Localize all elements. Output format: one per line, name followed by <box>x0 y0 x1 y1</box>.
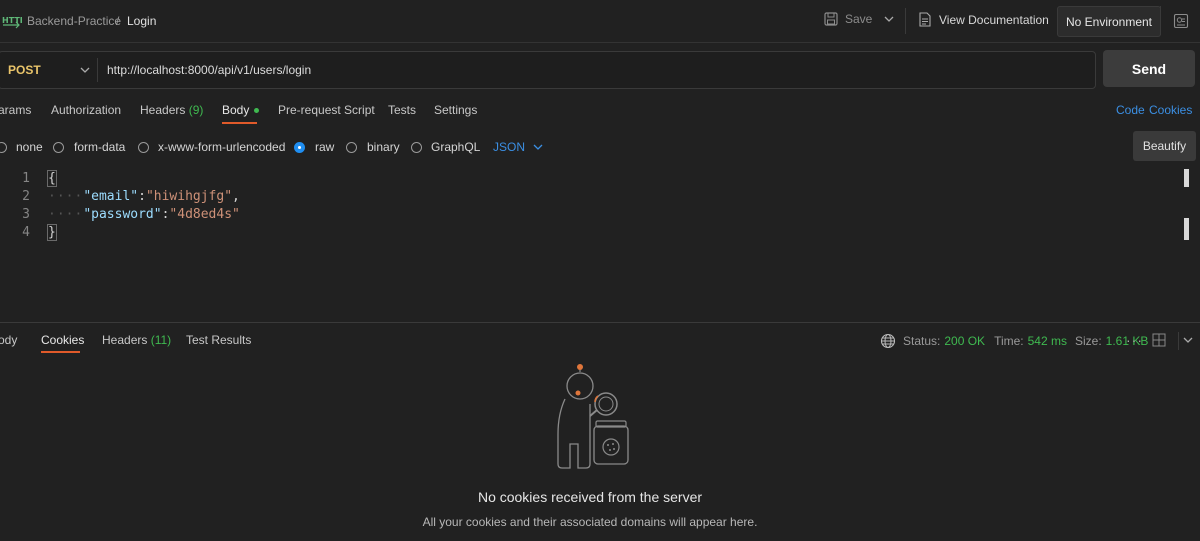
password-value: "4d8ed4s" <box>169 207 240 222</box>
method-chevron-icon[interactable] <box>79 64 91 79</box>
headers-count: (9) <box>188 103 204 117</box>
chevron-down-icon[interactable] <box>1182 334 1194 349</box>
tab-headers-label: Headers <box>140 103 186 117</box>
code-content: { ····"email":"hiwihgjfg", ····"password… <box>47 170 240 241</box>
environment-quick-look-button[interactable] <box>1160 6 1200 35</box>
radio-binary-label: binary <box>367 140 400 154</box>
radio-raw[interactable] <box>294 141 305 153</box>
active-tab-underline <box>41 351 80 353</box>
body-type-urlencoded[interactable]: x-www-form-urlencoded <box>138 140 285 154</box>
email-key: "email" <box>83 189 139 204</box>
document-icon <box>919 12 931 27</box>
status-value[interactable]: 200 OK <box>944 334 985 348</box>
body-type-none[interactable]: none <box>0 140 43 154</box>
cookies-link[interactable]: Cookies <box>1149 103 1192 117</box>
line-number: 1 <box>22 171 30 186</box>
radio-none-label: none <box>16 140 43 154</box>
view-documentation-label: View Documentation <box>939 12 1049 27</box>
radio-none[interactable] <box>0 141 7 153</box>
size-label: Size: <box>1074 334 1102 348</box>
line-number: 4 <box>22 225 30 240</box>
request-name[interactable]: Login <box>127 14 156 28</box>
response-status-bar: Status: 200 OK Time: 542 ms Size: 1.61 K… <box>880 333 1148 349</box>
password-key: "password" <box>83 207 162 222</box>
tab-pre-request-script[interactable]: Pre-request Script <box>278 103 375 117</box>
save-icon <box>824 12 838 26</box>
divider <box>905 8 906 34</box>
tab-body-label: Body <box>222 103 250 117</box>
tab-response-headers[interactable]: Headers (11) <box>102 333 171 347</box>
tab-response-body[interactable]: ody <box>0 333 17 347</box>
body-type-binary[interactable]: binary <box>346 140 400 154</box>
line-numbers: 1 2 3 4 <box>0 170 30 242</box>
more-options-icon[interactable]: ··· <box>1126 332 1143 348</box>
indent-guide: ···· <box>48 207 84 222</box>
divider <box>97 58 98 82</box>
tab-tests[interactable]: Tests <box>388 103 416 117</box>
editor-scrollbar-thumb[interactable] <box>1184 169 1189 187</box>
time-value[interactable]: 542 ms <box>1028 334 1067 348</box>
http-icon: HTTP <box>2 11 26 32</box>
breadcrumb-separator: / <box>116 14 120 28</box>
chevron-down-icon[interactable] <box>883 13 895 28</box>
tab-headers[interactable]: Headers (9) <box>140 103 203 117</box>
body-editor[interactable]: 1 2 3 4 { ····"email":"hiwihgjfg", ····"… <box>0 168 1200 322</box>
svg-text:HTTP: HTTP <box>2 16 22 25</box>
format-value: JSON <box>493 140 526 154</box>
radio-form-data-label: form-data <box>74 140 126 154</box>
line-number: 2 <box>22 189 30 204</box>
empty-state-title: No cookies received from the server <box>477 489 703 505</box>
environment-quick-look-icon <box>1173 13 1189 28</box>
url-input[interactable]: http://localhost:8000/api/v1/users/login <box>107 63 311 77</box>
send-button[interactable]: Send <box>1103 50 1195 87</box>
body-indicator-dot <box>254 108 260 114</box>
chevron-down-icon <box>533 144 543 150</box>
radio-raw-label: raw <box>315 140 335 154</box>
tab-settings[interactable]: Settings <box>434 103 477 117</box>
editor-scrollbar-thumb[interactable] <box>1184 218 1189 240</box>
body-type-form-data[interactable]: form-data <box>53 140 125 154</box>
environment-selector[interactable]: No Environment <box>1057 6 1161 37</box>
method-select[interactable]: POST <box>8 63 41 77</box>
active-tab-underline <box>222 122 257 124</box>
layout-toggle-icon[interactable] <box>1152 333 1166 350</box>
radio-graphql-label: GraphQL <box>431 140 481 154</box>
globe-icon[interactable] <box>880 333 896 349</box>
code-link[interactable]: Code <box>1116 103 1145 117</box>
open-brace: { <box>47 170 57 187</box>
radio-form-data[interactable] <box>53 141 64 153</box>
tab-authorization[interactable]: Authorization <box>51 103 121 117</box>
email-value: "hiwihgjfg" <box>145 189 233 204</box>
view-documentation-button[interactable]: View Documentation <box>919 12 1049 27</box>
save-button[interactable]: Save <box>824 12 872 26</box>
divider <box>1178 332 1179 350</box>
body-type-raw[interactable]: raw <box>294 140 334 154</box>
tab-response-cookies[interactable]: Cookies <box>41 333 84 347</box>
radio-binary[interactable] <box>346 141 357 153</box>
tab-params[interactable]: arams <box>0 103 31 117</box>
indent-guide: ···· <box>48 189 84 204</box>
body-type-graphql[interactable]: GraphQL <box>411 140 480 154</box>
beautify-button[interactable]: Beautify <box>1133 131 1196 161</box>
tab-body[interactable]: Body <box>222 103 260 117</box>
status-label: Status: <box>903 334 941 348</box>
breadcrumb-collection[interactable]: Backend-Practice <box>27 14 121 28</box>
request-url-bar: POST http://localhost:8000/api/v1/users/… <box>0 51 1096 89</box>
time-label: Time: <box>994 334 1024 348</box>
empty-state-subtitle: All your cookies and their associated do… <box>422 515 758 529</box>
empty-state-illustration <box>540 364 640 475</box>
line-number: 3 <box>22 207 30 222</box>
top-bar: HTTP Backend-Practice / Login Save View … <box>0 0 1200 43</box>
tab-response-headers-label: Headers <box>102 333 148 347</box>
format-select[interactable]: JSON <box>493 140 544 154</box>
response-headers-count: (11) <box>150 333 172 347</box>
radio-urlencoded[interactable] <box>138 141 149 153</box>
radio-graphql[interactable] <box>411 141 422 153</box>
save-label: Save <box>845 12 873 26</box>
divider <box>0 322 1200 323</box>
radio-urlencoded-label: x-www-form-urlencoded <box>158 140 286 154</box>
close-brace: } <box>47 224 57 241</box>
tab-test-results[interactable]: Test Results <box>186 333 251 347</box>
